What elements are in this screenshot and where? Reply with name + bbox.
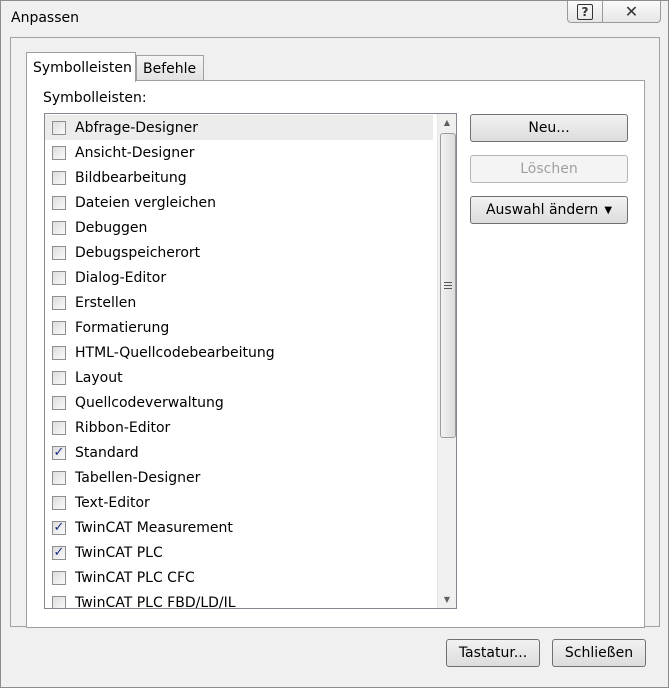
list-item[interactable]: HTML-Quellcodebearbeitung <box>45 340 433 365</box>
tab-label: Symbolleisten <box>33 59 132 76</box>
list-item[interactable]: Ribbon-Editor <box>45 415 433 440</box>
customize-dialog: Anpassen ? ✕ Symbolleisten Befehle Symbo… <box>0 0 669 688</box>
checkbox[interactable] <box>52 145 66 160</box>
dropdown-arrow-icon: ▼ <box>604 204 613 216</box>
help-icon: ? <box>577 3 593 20</box>
help-button[interactable]: ? <box>567 1 603 23</box>
list-item[interactable]: ✓ TwinCAT Measurement <box>45 515 433 540</box>
checkbox[interactable] <box>52 345 66 360</box>
list-item-label: TwinCAT Measurement <box>75 519 233 536</box>
checkbox[interactable] <box>52 395 66 410</box>
close-button[interactable]: Schließen <box>552 639 646 667</box>
list-item-label: Ansicht-Designer <box>75 144 195 161</box>
checkbox[interactable] <box>52 495 66 510</box>
toolbars-tab-panel: Symbolleisten: Abfrage-Designer Ansicht-D… <box>26 80 645 628</box>
tab-befehle[interactable]: Befehle <box>136 55 204 81</box>
new-button-label: Neu... <box>528 120 570 136</box>
list-item-label: Dialog-Editor <box>75 269 167 286</box>
list-item-label: Tabellen-Designer <box>75 469 201 486</box>
list-item[interactable]: Erstellen <box>45 290 433 315</box>
checkbox[interactable] <box>52 220 66 235</box>
list-item-label: HTML-Quellcodebearbeitung <box>75 344 275 361</box>
list-item[interactable]: Ansicht-Designer <box>45 140 433 165</box>
list-item-label: Layout <box>75 369 123 386</box>
checkbox-checked[interactable]: ✓ <box>52 519 66 535</box>
close-icon: ✕ <box>624 2 639 21</box>
list-item-label: TwinCAT PLC FBD/LD/IL <box>75 594 236 609</box>
list-item-label: TwinCAT PLC CFC <box>75 569 195 586</box>
list-item-label: Ribbon-Editor <box>75 419 171 436</box>
checkbox[interactable] <box>52 120 66 135</box>
list-scrollbar[interactable]: ▲ ▼ <box>437 114 456 608</box>
checkbox[interactable] <box>52 195 66 210</box>
list-item[interactable]: ✓ TwinCAT PLC <box>45 540 433 565</box>
delete-button[interactable]: Löschen <box>470 155 628 183</box>
list-item-label: Abfrage-Designer <box>75 119 198 136</box>
checkbox[interactable] <box>52 595 66 608</box>
list-item[interactable]: TwinCAT PLC FBD/LD/IL <box>45 590 433 609</box>
list-item[interactable]: ✓ Standard <box>45 440 433 465</box>
list-item[interactable]: Text-Editor <box>45 490 433 515</box>
list-item-label: Text-Editor <box>75 494 150 511</box>
close-button-label: Schließen <box>564 645 634 661</box>
checkmark-icon: ✓ <box>53 444 65 460</box>
change-selection-label: Auswahl ändern <box>485 202 599 218</box>
checkbox[interactable] <box>52 170 66 185</box>
close-window-button[interactable]: ✕ <box>603 1 661 23</box>
grip-icon <box>444 282 452 289</box>
list-item[interactable]: Quellcodeverwaltung <box>45 390 433 415</box>
list-item[interactable]: Debuggen <box>45 215 433 240</box>
list-item-label: Quellcodeverwaltung <box>75 394 224 411</box>
list-item[interactable]: Formatierung <box>45 315 433 340</box>
tab-label: Befehle <box>143 60 197 77</box>
list-item-label: Dateien vergleichen <box>75 194 217 211</box>
scroll-thumb[interactable] <box>440 133 456 438</box>
checkmark-icon: ✓ <box>53 544 65 560</box>
list-item[interactable]: Dialog-Editor <box>45 265 433 290</box>
checkbox-checked[interactable]: ✓ <box>52 544 66 560</box>
delete-button-label: Löschen <box>520 161 578 177</box>
list-item[interactable]: Tabellen-Designer <box>45 465 433 490</box>
checkbox[interactable] <box>52 245 66 260</box>
checkbox[interactable] <box>52 270 66 285</box>
list-item-label: Bildbearbeitung <box>75 169 187 186</box>
title-bar: Anpassen ? ✕ <box>1 1 668 35</box>
tab-symbolleisten[interactable]: Symbolleisten <box>26 52 136 82</box>
list-item-label: Formatierung <box>75 319 170 336</box>
checkbox[interactable] <box>52 370 66 385</box>
checkbox[interactable] <box>52 570 66 585</box>
scroll-down-arrow-icon[interactable]: ▼ <box>438 591 456 608</box>
list-item[interactable]: Debugspeicherort <box>45 240 433 265</box>
dialog-client: Symbolleisten Befehle Symbolleisten: Abf… <box>10 37 660 681</box>
list-item-label: Standard <box>75 444 139 461</box>
toolbars-list[interactable]: Abfrage-Designer Ansicht-Designer Bildbear… <box>44 113 457 609</box>
content-frame: Symbolleisten Befehle Symbolleisten: Abf… <box>10 37 660 628</box>
checkbox-checked[interactable]: ✓ <box>52 444 66 460</box>
list-item[interactable]: Bildbearbeitung <box>45 165 433 190</box>
toolbars-label: Symbolleisten: <box>43 90 147 106</box>
checkmark-icon: ✓ <box>53 519 65 535</box>
toolbars-list-items: Abfrage-Designer Ansicht-Designer Bildbear… <box>45 115 433 609</box>
list-item[interactable]: Layout <box>45 365 433 390</box>
list-item-label: Erstellen <box>75 294 137 311</box>
change-selection-button[interactable]: Auswahl ändern ▼ <box>470 196 628 224</box>
list-item[interactable]: Abfrage-Designer <box>45 115 433 140</box>
checkbox[interactable] <box>52 420 66 435</box>
list-item[interactable]: Dateien vergleichen <box>45 190 433 215</box>
scroll-up-arrow-icon[interactable]: ▲ <box>438 114 456 131</box>
window-title: Anpassen <box>11 10 79 26</box>
list-item-label: TwinCAT PLC <box>75 544 163 561</box>
keyboard-button[interactable]: Tastatur... <box>446 639 540 667</box>
list-item-label: Debuggen <box>75 219 148 236</box>
checkbox[interactable] <box>52 295 66 310</box>
keyboard-button-label: Tastatur... <box>458 645 528 661</box>
list-item-label: Debugspeicherort <box>75 244 201 261</box>
new-button[interactable]: Neu... <box>470 114 628 142</box>
list-item[interactable]: TwinCAT PLC CFC <box>45 565 433 590</box>
checkbox[interactable] <box>52 320 66 335</box>
checkbox[interactable] <box>52 470 66 485</box>
